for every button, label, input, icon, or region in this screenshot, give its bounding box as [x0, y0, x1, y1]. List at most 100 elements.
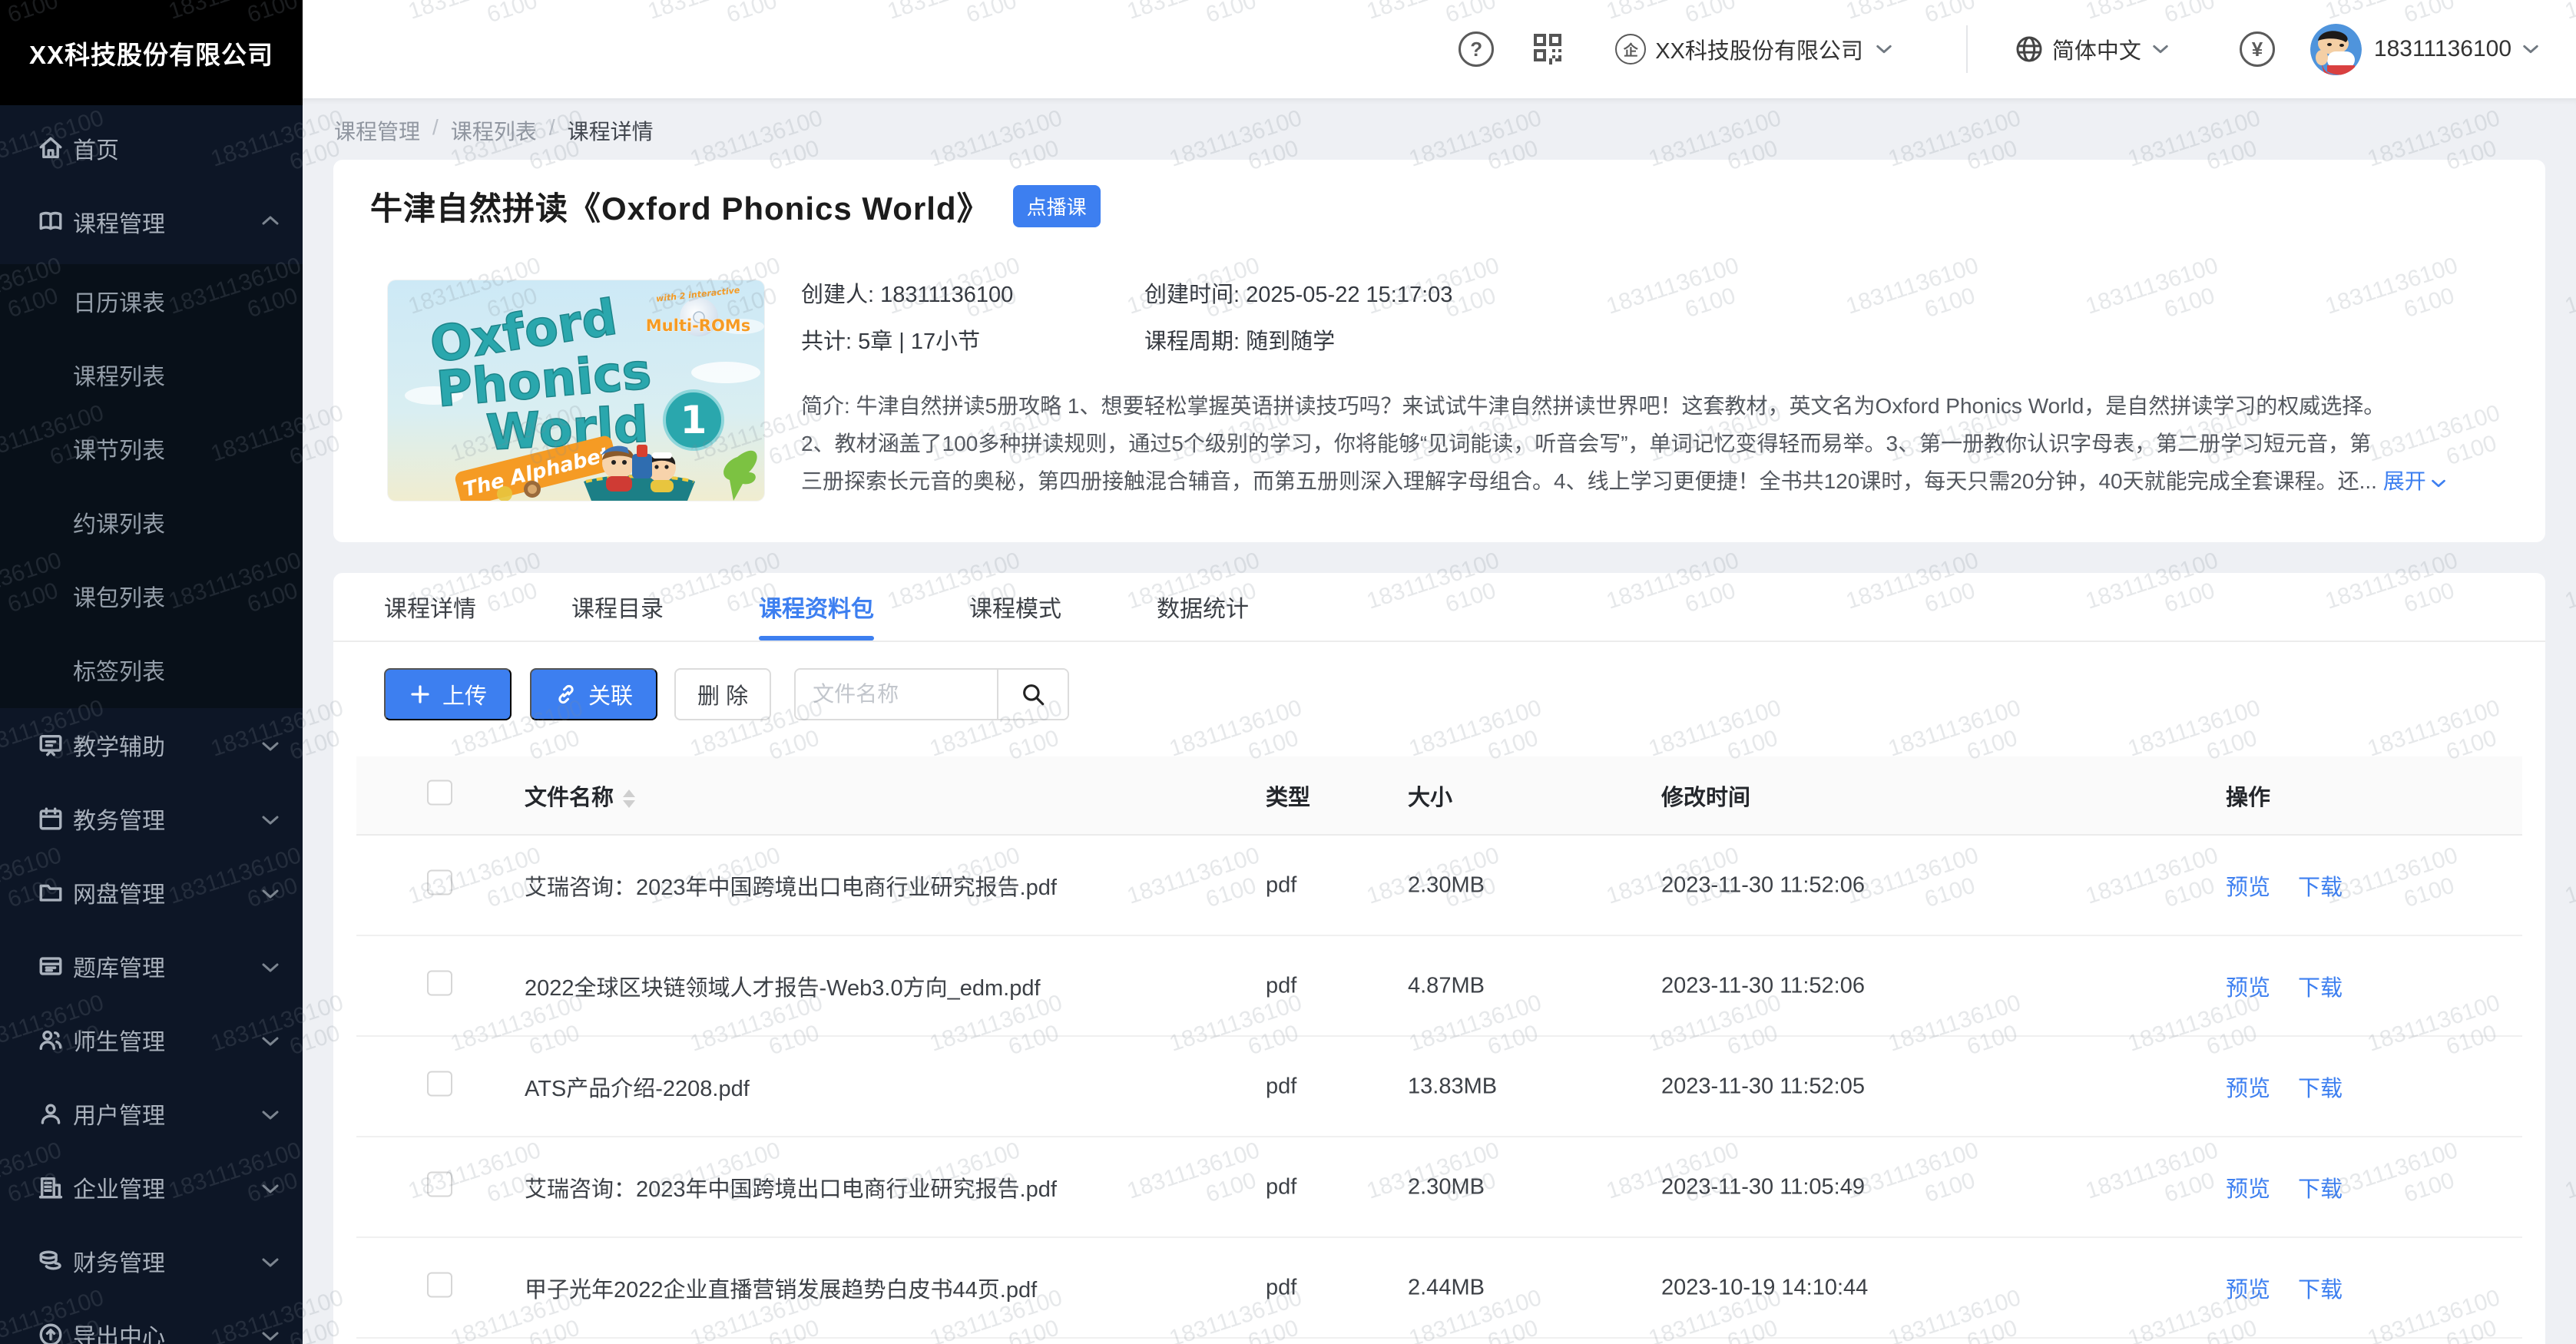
chevron-down-icon: [261, 1174, 280, 1200]
user-icon: [37, 1100, 65, 1127]
home-icon: [37, 134, 65, 162]
select-all-checkbox[interactable]: [427, 780, 452, 805]
link-icon: [555, 683, 578, 706]
svg-text:1: 1: [680, 398, 707, 442]
sidebar-submenu-course: 日历课表 课程列表 课节列表 约课列表 课包列表 标签列表: [0, 264, 303, 708]
table-row: 甲子光年2022企业直播营销发展趋势白皮书44页.pdf pdf 2.44MB …: [356, 1238, 2522, 1339]
sidebar-subitem-package-list[interactable]: 课包列表: [0, 559, 303, 633]
file-size: 4.87MB: [1408, 973, 1485, 998]
tab-course-mode[interactable]: 课程模式: [969, 573, 1061, 641]
row-checkbox[interactable]: [427, 970, 452, 995]
preview-link[interactable]: 预览: [2226, 1077, 2270, 1101]
chevron-down-icon: [261, 953, 280, 979]
upload-button[interactable]: 上传: [384, 668, 512, 720]
qrcode-icon: [1529, 29, 1566, 70]
associate-button[interactable]: 关联: [530, 668, 657, 720]
sidebar-item-educational-admin[interactable]: 教务管理: [0, 782, 303, 856]
chevron-up-icon: [261, 209, 280, 235]
chevron-down-icon: [2152, 44, 2169, 55]
sidebar-item-home[interactable]: 首页: [0, 111, 303, 185]
chevron-down-icon: [261, 1322, 280, 1344]
chevron-down-icon: [261, 1101, 280, 1127]
username: 18311136100: [2374, 36, 2511, 62]
tab-course-materials[interactable]: 课程资料包: [759, 573, 874, 641]
enterprise-icon: 企: [1615, 34, 1646, 65]
coins-icon: [37, 1247, 65, 1275]
course-header-card: 牛津自然拼读《Oxford Phonics World》 点播课: [333, 160, 2545, 542]
sidebar-item-user-management[interactable]: 用户管理: [0, 1077, 303, 1150]
company-switcher[interactable]: 企 XX科技股份有限公司: [1615, 33, 1892, 65]
globe-icon: [2014, 34, 2045, 65]
help-button[interactable]: ?: [1459, 31, 1494, 67]
breadcrumb-item-course-management[interactable]: 课程管理: [334, 115, 420, 146]
chevron-down-icon: [2522, 44, 2539, 55]
tab-course-catalog[interactable]: 课程目录: [571, 573, 664, 641]
preview-link[interactable]: 预览: [2226, 1278, 2270, 1303]
chevron-down-icon: [261, 1248, 280, 1274]
sidebar-subitem-calendar-schedule[interactable]: 日历课表: [0, 264, 303, 338]
sidebar-item-course-management[interactable]: 课程管理: [0, 185, 303, 259]
file-type: pdf: [1266, 973, 1296, 998]
file-size: 13.83MB: [1408, 1074, 1497, 1099]
sidebar-item-enterprise[interactable]: 企业管理: [0, 1150, 303, 1224]
qrcode-button[interactable]: [1529, 29, 1566, 70]
file-modified-time: 2023-11-30 11:52:06: [1661, 872, 1865, 898]
materials-table: 文件名称 类型 大小 修改时间 操作 艾瑞咨询：2023年中国跨境出口电商行业研…: [356, 756, 2522, 1339]
course-description: 简介: 牛津自然拼读5册攻略 1、想要轻松掌握英语拼读技巧吗？来试试牛津自然拼读…: [801, 387, 2446, 500]
sidebar-subitem-booking-list[interactable]: 约课列表: [0, 485, 303, 559]
download-link[interactable]: 下载: [2298, 976, 2343, 1001]
tab-data-statistics[interactable]: 数据统计: [1157, 573, 1249, 641]
course-type-badge: 点播课: [1013, 185, 1101, 227]
user-menu[interactable]: 18311136100: [2310, 24, 2539, 75]
download-link[interactable]: 下载: [2298, 1278, 2343, 1303]
sidebar-item-teaching-aid[interactable]: 教学辅助: [0, 708, 303, 782]
sidebar-subitem-course-list[interactable]: 课程列表: [0, 338, 303, 412]
file-modified-time: 2023-10-19 14:10:44: [1661, 1275, 1868, 1300]
expand-button[interactable]: 展开: [2383, 469, 2446, 493]
delete-button[interactable]: 删 除: [674, 668, 771, 720]
table-row: 艾瑞咨询：2023年中国跨境出口电商行业研究报告.pdf pdf 2.30MB …: [356, 836, 2522, 936]
preview-link[interactable]: 预览: [2226, 1177, 2270, 1202]
course-cycle: 课程周期: 随到随学: [1144, 323, 1335, 356]
app-root: XX科技股份有限公司 首页 课程管理 日历课表 课程列表 课节列表: [0, 0, 2576, 1344]
avatar: [2310, 24, 2362, 75]
row-checkbox[interactable]: [427, 1071, 452, 1096]
search-button[interactable]: [997, 670, 1068, 719]
chevron-down-icon: [261, 732, 280, 758]
users-icon: [37, 1026, 65, 1054]
file-type: pdf: [1266, 1074, 1296, 1099]
sidebar-subitem-lesson-list[interactable]: 课节列表: [0, 412, 303, 485]
download-link[interactable]: 下载: [2298, 1077, 2343, 1101]
file-search-input[interactable]: [796, 670, 997, 719]
topbar-divider: [1966, 25, 1968, 73]
file-modified-time: 2023-11-30 11:05:49: [1661, 1174, 1865, 1200]
plus-icon: [409, 683, 432, 706]
table-row: 艾瑞咨询：2023年中国跨境出口电商行业研究报告.pdf pdf 2.30MB …: [356, 1137, 2522, 1238]
book-icon: [37, 208, 65, 236]
course-cover-image: Oxford Phonics World 1 with 2 interactiv…: [388, 280, 764, 501]
chevron-down-icon: [261, 1027, 280, 1053]
row-checkbox[interactable]: [427, 869, 452, 895]
download-link[interactable]: 下载: [2298, 876, 2343, 900]
breadcrumb-item-course-list[interactable]: 课程列表: [451, 115, 537, 146]
preview-link[interactable]: 预览: [2226, 976, 2270, 1001]
course-tabs-card: 课程详情 课程目录 课程资料包 课程模式 数据统计 上传 关联 删 除: [333, 573, 2545, 1344]
tab-course-detail[interactable]: 课程详情: [384, 573, 476, 641]
preview-link[interactable]: 预览: [2226, 876, 2270, 900]
column-header-file-name[interactable]: 文件名称: [525, 780, 635, 812]
sidebar-item-question-bank[interactable]: 题库管理: [0, 929, 303, 1003]
sidebar-subitem-tag-list[interactable]: 标签列表: [0, 633, 303, 707]
currency-button[interactable]: ¥: [2240, 31, 2275, 67]
sidebar-item-export-center[interactable]: 导出中心: [0, 1298, 303, 1344]
sidebar-item-teacher-student[interactable]: 师生管理: [0, 1003, 303, 1077]
file-name: 艾瑞咨询：2023年中国跨境出口电商行业研究报告.pdf: [525, 869, 1057, 902]
main-content: 课程管理 / 课程列表 / 课程详情 牛津自然拼读《Oxford Phonics…: [303, 98, 2576, 1344]
sidebar-item-netdisk[interactable]: 网盘管理: [0, 856, 303, 929]
sort-icon[interactable]: [623, 790, 635, 808]
language-switcher[interactable]: 简体中文: [2014, 33, 2169, 65]
sidebar-item-finance[interactable]: 财务管理: [0, 1224, 303, 1298]
company-name: XX科技股份有限公司: [1655, 33, 1863, 65]
download-link[interactable]: 下载: [2298, 1177, 2343, 1202]
row-checkbox[interactable]: [427, 1171, 452, 1197]
row-checkbox[interactable]: [427, 1272, 452, 1297]
